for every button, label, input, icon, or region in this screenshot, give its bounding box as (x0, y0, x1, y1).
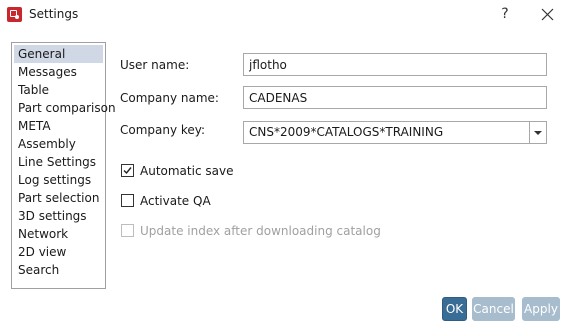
cancel-button[interactable]: Cancel (472, 297, 515, 321)
company-key-dropdown[interactable]: CNS*2009*CATALOGS*TRAINING (243, 121, 547, 144)
close-icon[interactable] (537, 4, 559, 26)
chevron-down-icon[interactable] (529, 122, 546, 143)
automatic-save-label: Automatic save (140, 164, 234, 178)
nav-item-general[interactable]: General (14, 45, 103, 63)
activate-qa-checkbox[interactable] (121, 194, 134, 207)
window-title: Settings (29, 7, 79, 21)
nav-item-2d-view[interactable]: 2D view (14, 243, 103, 261)
checkmark-icon (123, 167, 132, 175)
ok-button[interactable]: OK (442, 297, 467, 321)
nav-item-log-settings[interactable]: Log settings (14, 171, 103, 189)
title-bar: Settings ? (0, 0, 571, 30)
nav-item-network[interactable]: Network (14, 225, 103, 243)
help-button[interactable]: ? (494, 2, 516, 26)
nav-item-search[interactable]: Search (14, 261, 103, 279)
company-key-label: Company key: (120, 123, 206, 137)
company-name-input[interactable] (243, 86, 547, 109)
nav-item-assembly[interactable]: Assembly (14, 135, 103, 153)
apply-button[interactable]: Apply (522, 297, 560, 321)
nav-item-part-selection[interactable]: Part selection (14, 189, 103, 207)
nav-item-table[interactable]: Table (14, 81, 103, 99)
company-name-label: Company name: (120, 91, 219, 105)
nav-item-3d-settings[interactable]: 3D settings (14, 207, 103, 225)
nav-item-line-settings[interactable]: Line Settings (14, 153, 103, 171)
nav-item-part-comparison[interactable]: Part comparison (14, 99, 116, 117)
nav-item-messages[interactable]: Messages (14, 63, 103, 81)
app-logo-icon (7, 7, 22, 22)
user-name-input[interactable] (243, 53, 547, 76)
settings-category-list[interactable]: General Messages Table Part comparison M… (11, 42, 116, 289)
nav-item-meta[interactable]: META (14, 117, 103, 135)
automatic-save-checkbox[interactable] (121, 164, 134, 177)
company-key-value: CNS*2009*CATALOGS*TRAINING (249, 125, 444, 139)
update-index-label: Update index after downloading catalog (140, 224, 381, 238)
activate-qa-label: Activate QA (140, 194, 211, 208)
user-name-label: User name: (120, 58, 190, 72)
update-index-checkbox (121, 224, 134, 237)
